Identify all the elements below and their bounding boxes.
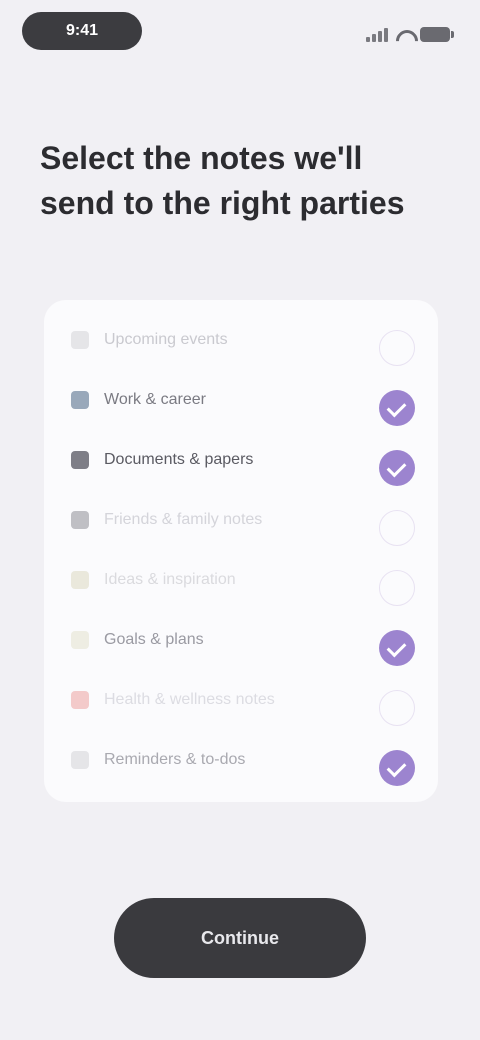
- option-row[interactable]: Upcoming events: [44, 310, 438, 370]
- document-icon: [71, 451, 89, 469]
- signal-icon: [366, 26, 388, 42]
- people-icon: [71, 511, 89, 529]
- option-label: Work & career: [104, 391, 206, 408]
- calendar-icon: [71, 331, 89, 349]
- checked-circle-icon[interactable]: [379, 390, 415, 426]
- option-label: Health & wellness notes: [104, 691, 275, 708]
- unchecked-circle-icon[interactable]: [379, 510, 415, 546]
- checked-circle-icon[interactable]: [379, 450, 415, 486]
- option-row[interactable]: Ideas & inspiration: [44, 550, 438, 610]
- status-icons: [366, 22, 454, 42]
- continue-button[interactable]: Continue: [114, 898, 366, 978]
- heart-icon: [71, 691, 89, 709]
- option-label: Documents & papers: [104, 451, 254, 468]
- checked-circle-icon[interactable]: [379, 630, 415, 666]
- star-icon: [71, 571, 89, 589]
- selection-card: Upcoming events Work & career Documents & …: [44, 300, 438, 802]
- status-bar: 9:41: [0, 0, 480, 64]
- unchecked-circle-icon[interactable]: [379, 570, 415, 606]
- option-row[interactable]: Friends & family notes: [44, 490, 438, 550]
- unchecked-circle-icon[interactable]: [379, 330, 415, 366]
- option-row[interactable]: Health & wellness notes: [44, 670, 438, 730]
- option-label: Reminders & to-dos: [104, 751, 246, 768]
- lightbulb-icon: [71, 631, 89, 649]
- option-row[interactable]: Goals & plans: [44, 610, 438, 670]
- option-row[interactable]: Reminders & to-dos: [44, 730, 438, 790]
- option-label: Friends & family notes: [104, 511, 263, 528]
- option-label: Ideas & inspiration: [104, 571, 236, 588]
- option-label: Goals & plans: [104, 631, 204, 648]
- status-time: 9:41: [22, 12, 142, 50]
- briefcase-icon: [71, 391, 89, 409]
- option-row[interactable]: Work & career: [44, 370, 438, 430]
- note-icon: [71, 751, 89, 769]
- option-label: Upcoming events: [104, 331, 228, 348]
- battery-icon: [420, 27, 454, 42]
- wifi-icon: [394, 28, 414, 42]
- page-title: Select the notes we'll send to the right…: [40, 140, 405, 221]
- checked-circle-icon[interactable]: [379, 750, 415, 786]
- option-row[interactable]: Documents & papers: [44, 430, 438, 490]
- unchecked-circle-icon[interactable]: [379, 690, 415, 726]
